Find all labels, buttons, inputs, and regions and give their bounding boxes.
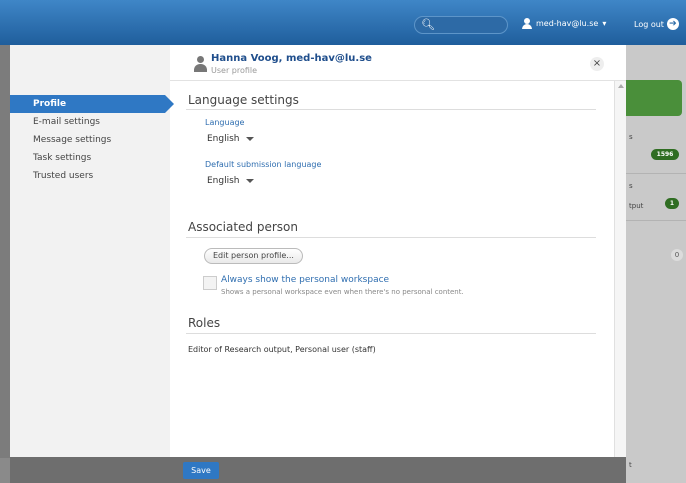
chevron-down-icon <box>245 137 254 141</box>
settings-sidebar: Profile E-mail settings Message settings… <box>10 81 174 457</box>
user-menu-label[interactable]: med-hav@lu.se <box>536 19 598 28</box>
background-fragment: s <box>629 133 633 141</box>
chevron-down-icon: ▾ <box>602 19 607 28</box>
logout-icon[interactable]: ➔ <box>666 18 679 30</box>
count-badge: 1 <box>665 198 679 209</box>
sidebar-item-message-settings[interactable]: Message settings <box>10 131 170 149</box>
count-badge: 1596 <box>651 149 679 160</box>
submission-language-select[interactable]: English <box>203 173 258 189</box>
logout-label[interactable]: Log out <box>634 20 664 29</box>
search-icon[interactable]: 🔍︎ <box>421 18 435 31</box>
zero-count: 0 <box>671 249 683 261</box>
background-left-strip <box>0 45 10 458</box>
edit-person-profile-button[interactable]: Edit person profile... <box>204 248 303 264</box>
roles-heading: Roles <box>188 316 221 330</box>
dialog-title: Hanna Voog, med-hav@lu.se <box>211 53 372 64</box>
sidebar-item-trusted-users[interactable]: Trusted users <box>10 167 170 185</box>
submission-language-label: Default submission language <box>205 160 322 169</box>
language-settings-heading: Language settings <box>188 93 299 107</box>
sidebar-item-task-settings[interactable]: Task settings <box>10 149 170 167</box>
divider <box>186 237 596 238</box>
language-select[interactable]: English <box>203 131 258 147</box>
language-label: Language <box>205 118 245 127</box>
chevron-down-icon <box>245 179 254 183</box>
search-input[interactable]: 🔍︎ <box>414 16 508 34</box>
background-right-panel: s 1596 s tput 1 0 t <box>626 45 686 483</box>
divider <box>186 109 596 110</box>
background-fragment: s <box>629 182 633 190</box>
personal-workspace-checkbox[interactable] <box>203 276 217 290</box>
personal-workspace-help: Shows a personal workspace even when the… <box>221 288 464 296</box>
divider <box>186 333 596 334</box>
sidebar-item-email-settings[interactable]: E-mail settings <box>10 113 170 131</box>
user-icon <box>522 18 532 29</box>
background-fragment: tput <box>629 202 644 210</box>
associated-person-heading: Associated person <box>188 220 298 234</box>
top-bar: 🔍︎ med-hav@lu.se ▾ Log out ➔ <box>0 0 686 45</box>
divider <box>626 220 686 221</box>
background-fragment: t <box>629 461 632 469</box>
background-green-block <box>626 80 682 116</box>
submission-language-value: English <box>207 176 240 186</box>
sidebar-item-profile[interactable]: Profile <box>10 95 174 113</box>
dialog-scrollbar[interactable] <box>614 81 626 483</box>
scroll-up-icon[interactable] <box>618 84 624 88</box>
person-icon <box>194 56 207 72</box>
roles-text: Editor of Research output, Personal user… <box>188 345 376 354</box>
user-menu[interactable]: med-hav@lu.se ▾ <box>522 18 606 29</box>
header-sidebar-area <box>10 45 170 81</box>
language-select-value: English <box>207 134 240 144</box>
dialog-footer: Save <box>10 457 626 483</box>
save-button[interactable]: Save <box>183 462 219 479</box>
user-profile-dialog: Hanna Voog, med-hav@lu.se User profile ×… <box>10 45 626 483</box>
close-icon[interactable]: × <box>590 57 604 71</box>
divider <box>626 173 686 174</box>
logout-link[interactable]: Log out ➔ <box>634 18 679 30</box>
personal-workspace-label[interactable]: Always show the personal workspace <box>221 275 389 285</box>
dialog-header: Hanna Voog, med-hav@lu.se User profile × <box>10 45 626 81</box>
dialog-subtitle: User profile <box>211 66 258 75</box>
